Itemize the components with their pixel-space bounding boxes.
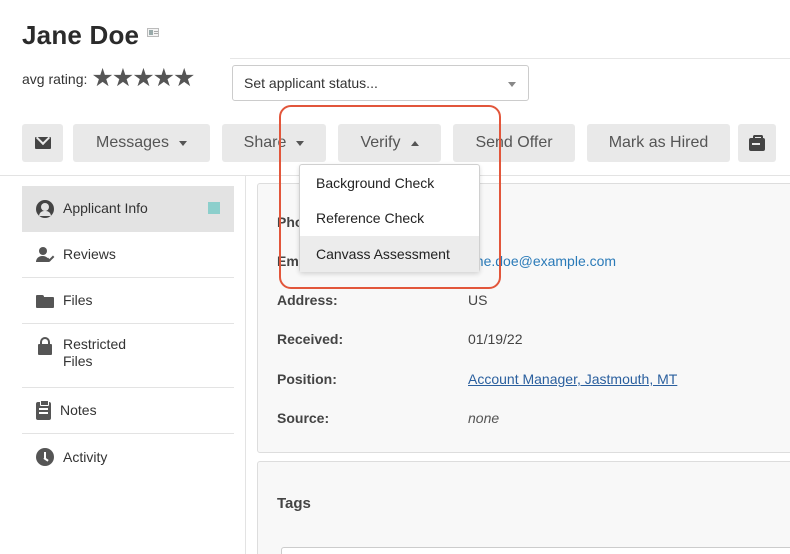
caret-down-icon <box>178 140 187 146</box>
sidebar-item-activity[interactable]: Activity <box>22 434 234 480</box>
applicant-name: Jane Doe <box>22 20 140 50</box>
source-value: none <box>468 410 500 426</box>
sidebar-item-label: Notes <box>60 402 97 418</box>
highlight-annotation <box>279 105 501 289</box>
messages-button[interactable]: Messages <box>73 124 210 162</box>
address-label: Address: <box>277 292 338 308</box>
sidebar-item-applicant-info[interactable]: Applicant Info <box>22 186 234 232</box>
applicant-status-select[interactable]: Set applicant status... <box>232 65 529 101</box>
person-circle-icon <box>36 199 54 218</box>
lock-icon <box>36 337 54 355</box>
tags-card <box>257 461 790 554</box>
reviews-icon <box>36 246 55 264</box>
folder-icon <box>36 292 54 310</box>
source-label: Source: <box>277 410 330 426</box>
sidebar: Applicant Info Reviews Files Restricted F… <box>22 186 234 480</box>
status-select-value: Set applicant status... <box>244 75 378 91</box>
sidebar-item-label: Restricted Files <box>63 336 127 369</box>
address-value: US <box>468 292 488 308</box>
rating-row: avg rating: ★★★★★ <box>22 66 195 91</box>
email-button[interactable] <box>22 124 63 162</box>
rating-label: avg rating: <box>22 70 88 87</box>
more-actions-button[interactable] <box>738 124 776 162</box>
mark-as-hired-button[interactable]: Mark as Hired <box>587 124 730 162</box>
clock-icon <box>36 448 54 466</box>
position-label: Position: <box>277 371 337 387</box>
sidebar-item-reviews[interactable]: Reviews <box>22 232 234 278</box>
divider <box>230 58 790 59</box>
divider <box>245 176 246 554</box>
messages-label: Messages <box>96 134 169 151</box>
sidebar-item-label: Files <box>63 292 93 308</box>
sidebar-item-label: Reviews <box>63 246 116 262</box>
sidebar-item-label: Applicant Info <box>63 200 148 216</box>
position-link[interactable]: Account Manager, Jastmouth, MT <box>468 371 677 387</box>
sidebar-item-label: Activity <box>63 448 108 465</box>
chevron-down-icon <box>508 82 516 87</box>
vcard-icon[interactable] <box>147 28 160 37</box>
sidebar-item-restricted-files[interactable]: Restricted Files <box>22 324 234 388</box>
briefcase-icon <box>749 134 765 151</box>
sidebar-item-notes[interactable]: Notes <box>22 388 234 434</box>
received-label: Received: <box>277 331 344 347</box>
mail-icon <box>34 137 51 149</box>
status-indicator <box>208 202 220 214</box>
tags-title: Tags <box>277 495 311 512</box>
title-row: Jane Doe <box>22 20 160 51</box>
mark-as-hired-label: Mark as Hired <box>608 134 709 151</box>
received-value: 01/19/22 <box>468 331 523 347</box>
star-rating[interactable]: ★★★★★ <box>91 66 195 91</box>
applicant-page: Jane Doe avg rating: ★★★★★ Set applicant… <box>0 0 790 554</box>
tags-input[interactable] <box>281 547 790 554</box>
clipboard-icon <box>36 399 51 420</box>
sidebar-item-files[interactable]: Files <box>22 278 234 324</box>
